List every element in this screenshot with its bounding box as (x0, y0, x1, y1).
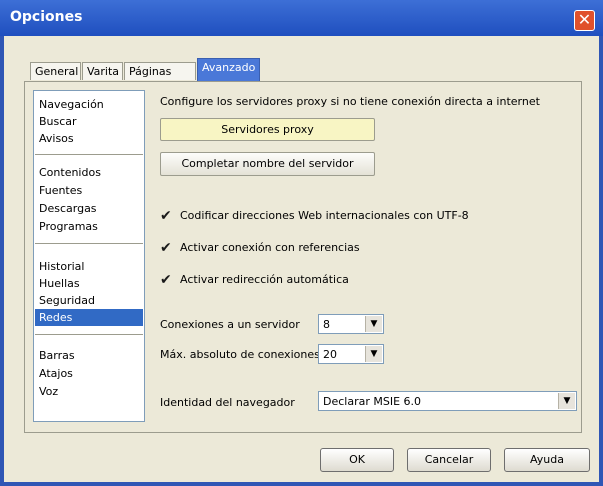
connections-per-server-value: 8 (323, 318, 330, 331)
browser-identity-label: Identidad del navegador (160, 396, 295, 409)
nav-divider (35, 154, 143, 155)
nav-item-fuentes[interactable]: Fuentes (39, 182, 82, 199)
connections-per-server-select[interactable]: 8 ▼ (318, 314, 384, 334)
tab-general[interactable]: General (30, 62, 81, 80)
chevron-down-icon[interactable]: ▼ (365, 346, 382, 362)
nav-item-programas[interactable]: Programas (39, 218, 98, 235)
nav-item-historial[interactable]: Historial (39, 258, 84, 275)
utf8-checkbox-label: Codificar direcciones Web internacionale… (180, 209, 469, 222)
help-button[interactable]: Ayuda (504, 448, 590, 472)
nav-item-navegacion[interactable]: Navegación (39, 96, 104, 113)
proxy-servers-button[interactable]: Servidores proxy (160, 118, 375, 141)
nav-item-seguridad[interactable]: Seguridad (39, 292, 95, 309)
advanced-panel: Navegación Buscar Avisos Contenidos Fuen… (24, 81, 582, 433)
nav-item-voz[interactable]: Voz (39, 383, 58, 400)
checkbox-checked-icon[interactable]: ✔ (160, 209, 174, 223)
browser-identity-select[interactable]: Declarar MSIE 6.0 ▼ (318, 391, 577, 411)
checkbox-checked-icon[interactable]: ✔ (160, 241, 174, 255)
max-connections-label: Máx. absoluto de conexiones (160, 348, 320, 361)
close-icon[interactable]: ✕ (574, 10, 595, 31)
nav-item-buscar[interactable]: Buscar (39, 113, 77, 130)
max-connections-select[interactable]: 20 ▼ (318, 344, 384, 364)
tab-paginas-web[interactable]: Páginas Web (124, 62, 196, 95)
nav-item-barras[interactable]: Barras (39, 347, 75, 364)
connections-per-server-label: Conexiones a un servidor (160, 318, 300, 331)
cancel-button[interactable]: Cancelar (407, 448, 491, 472)
chevron-down-icon[interactable]: ▼ (558, 393, 575, 409)
nav-item-huellas[interactable]: Huellas (39, 275, 80, 292)
title-bar: Opciones ✕ (0, 0, 603, 36)
nav-item-avisos[interactable]: Avisos (39, 130, 74, 147)
browser-identity-value: Declarar MSIE 6.0 (323, 395, 422, 408)
proxy-description: Configure los servidores proxy si no tie… (160, 95, 540, 108)
nav-item-descargas[interactable]: Descargas (39, 200, 97, 217)
redirect-checkbox-label: Activar redirección automática (180, 273, 349, 286)
ok-button[interactable]: OK (320, 448, 394, 472)
max-connections-value: 20 (323, 348, 337, 361)
category-list: Navegación Buscar Avisos Contenidos Fuen… (33, 90, 145, 422)
nav-divider (35, 334, 143, 335)
nav-item-redes[interactable]: Redes (35, 309, 143, 326)
nav-divider (35, 243, 143, 244)
tab-varita[interactable]: Varita (82, 62, 123, 80)
chevron-down-icon[interactable]: ▼ (365, 316, 382, 332)
tab-avanzado[interactable]: Avanzado (197, 58, 260, 81)
referrer-checkbox-label: Activar conexión con referencias (180, 241, 360, 254)
dialog-body: General Varita Páginas Web Avanzado Nave… (4, 36, 599, 482)
nav-item-atajos[interactable]: Atajos (39, 365, 73, 382)
dialog-title: Opciones (10, 9, 83, 25)
options-dialog: Opciones ✕ General Varita Páginas Web Av… (0, 0, 603, 486)
complete-server-name-button[interactable]: Completar nombre del servidor (160, 152, 375, 176)
nav-item-contenidos[interactable]: Contenidos (39, 164, 101, 181)
checkbox-checked-icon[interactable]: ✔ (160, 273, 174, 287)
